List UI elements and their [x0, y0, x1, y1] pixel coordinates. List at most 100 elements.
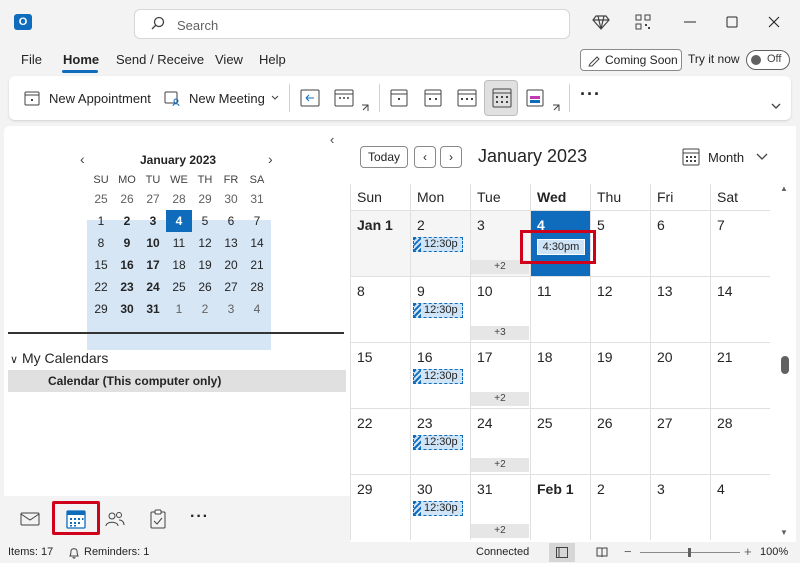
appointment-item[interactable]: 12:30p — [413, 435, 463, 450]
date-navigator-day[interactable]: 27 — [140, 188, 166, 210]
work-week-view-icon[interactable] — [421, 86, 445, 110]
date-navigator-day[interactable]: 14 — [244, 232, 270, 254]
next-month-button[interactable]: › — [440, 146, 462, 168]
date-navigator-day[interactable]: 15 — [88, 254, 114, 276]
date-navigator-day[interactable]: 17 — [140, 254, 166, 276]
day-cell[interactable]: 18 — [530, 342, 590, 408]
date-navigator-day[interactable]: 9 — [114, 232, 140, 254]
day-cell[interactable]: Jan 1 — [350, 210, 410, 276]
date-navigator-day[interactable]: 29 — [192, 188, 218, 210]
calendar-scrollbar[interactable]: ▲ ▼ — [778, 184, 792, 540]
day-cell[interactable]: 29 — [350, 474, 410, 540]
scroll-thumb[interactable] — [781, 356, 789, 374]
date-navigator-day[interactable]: 31 — [140, 298, 166, 320]
day-cell[interactable]: 8 — [350, 276, 410, 342]
date-navigator-day[interactable]: 10 — [140, 232, 166, 254]
day-cell[interactable]: 4 — [710, 474, 770, 540]
day-cell[interactable]: 22 — [350, 408, 410, 474]
date-navigator-day[interactable]: 29 — [88, 298, 114, 320]
tasks-icon[interactable] — [147, 508, 169, 530]
day-cell[interactable]: Feb 1 — [530, 474, 590, 540]
calendar-icon[interactable] — [65, 508, 87, 530]
more-items-indicator[interactable]: +2 — [471, 458, 529, 472]
day-cell[interactable]: 30 12:30p — [410, 474, 470, 540]
day-cell[interactable]: 25 — [530, 408, 590, 474]
day-cell[interactable]: 13 — [650, 276, 710, 342]
date-navigator-day[interactable]: 25 — [166, 276, 192, 298]
date-navigator-day[interactable]: 24 — [140, 276, 166, 298]
reading-view-icon[interactable] — [596, 547, 608, 558]
date-navigator-day[interactable]: 3 — [218, 298, 244, 320]
collapse-pane-icon[interactable]: ‹ — [330, 132, 334, 147]
date-navigator-day[interactable]: 1 — [88, 210, 114, 232]
more-items-indicator[interactable]: +2 — [471, 392, 529, 406]
go-to-today-icon[interactable] — [298, 86, 322, 110]
search-input[interactable] — [177, 15, 557, 35]
day-cell[interactable]: 2 12:30p — [410, 210, 470, 276]
date-navigator-day[interactable]: 5 — [192, 210, 218, 232]
date-navigator-day[interactable]: 25 — [88, 188, 114, 210]
date-navigator-day[interactable]: 1 — [166, 298, 192, 320]
appointment-item[interactable]: 12:30p — [413, 237, 463, 252]
date-navigator-day[interactable]: 4 — [244, 298, 270, 320]
date-navigator-day[interactable]: 30 — [114, 298, 140, 320]
appointment-item[interactable]: 12:30p — [413, 303, 463, 318]
search-box[interactable] — [134, 9, 570, 39]
date-navigator-day[interactable]: 6 — [218, 210, 244, 232]
more-items-indicator[interactable]: +3 — [471, 326, 529, 340]
day-cell[interactable]: 28 — [710, 408, 770, 474]
chevron-right-icon[interactable]: › — [268, 151, 273, 167]
menu-send-receive[interactable]: Send / Receive — [116, 52, 204, 67]
scroll-up-icon[interactable]: ▲ — [780, 184, 788, 193]
date-navigator-day[interactable]: 20 — [218, 254, 244, 276]
day-cell[interactable]: 20 — [650, 342, 710, 408]
menu-help[interactable]: Help — [259, 52, 286, 67]
date-navigator-day[interactable]: 8 — [88, 232, 114, 254]
day-cell[interactable]: 17 +2 — [470, 342, 530, 408]
more-commands-button[interactable]: ··· — [580, 84, 601, 105]
day-cell[interactable]: 23 12:30p — [410, 408, 470, 474]
day-cell[interactable]: 6 — [650, 210, 710, 276]
appointment-item[interactable]: 12:30p — [413, 369, 463, 384]
day-cell[interactable]: 3 — [650, 474, 710, 540]
date-navigator-day[interactable]: 11 — [166, 232, 192, 254]
menu-home[interactable]: Home — [63, 52, 99, 67]
diamond-icon[interactable] — [592, 13, 610, 31]
date-navigator-day[interactable]: 21 — [244, 254, 270, 276]
reminders-count[interactable]: Reminders: 1 — [84, 546, 149, 558]
new-meeting-button[interactable]: New Meeting — [163, 86, 279, 110]
date-navigator-day[interactable]: 7 — [244, 210, 270, 232]
day-cell[interactable]: 21 — [710, 342, 770, 408]
date-navigator-day[interactable]: 18 — [166, 254, 192, 276]
date-navigator-day[interactable]: 23 — [114, 276, 140, 298]
chevron-down-icon[interactable] — [771, 102, 781, 110]
date-navigator-day[interactable]: 12 — [192, 232, 218, 254]
day-cell[interactable]: 14 — [710, 276, 770, 342]
normal-view-button[interactable] — [549, 543, 575, 562]
mail-icon[interactable] — [19, 508, 41, 530]
date-navigator-day[interactable]: 28 — [244, 276, 270, 298]
month-view-button-selected[interactable] — [484, 80, 518, 116]
day-cell[interactable]: 5 — [590, 210, 650, 276]
week-view-icon[interactable] — [455, 86, 479, 110]
zoom-out-button[interactable]: − — [624, 544, 632, 559]
menu-view[interactable]: View — [215, 52, 243, 67]
appointment-item[interactable]: 12:30p — [413, 501, 463, 516]
date-navigator-day[interactable]: 26 — [192, 276, 218, 298]
day-cell[interactable]: 19 — [590, 342, 650, 408]
date-navigator-day[interactable]: 13 — [218, 232, 244, 254]
day-cell[interactable]: 24 +2 — [470, 408, 530, 474]
next-7-days-icon[interactable] — [332, 86, 356, 110]
day-cell[interactable]: 9 12:30p — [410, 276, 470, 342]
date-navigator-day[interactable]: 27 — [218, 276, 244, 298]
day-cell[interactable]: 27 — [650, 408, 710, 474]
more-apps-button[interactable]: ··· — [190, 508, 209, 526]
dialog-launcher-icon[interactable] — [361, 104, 369, 112]
date-navigator-day[interactable]: 31 — [244, 188, 270, 210]
date-navigator-day[interactable]: 2 — [192, 298, 218, 320]
date-navigator-day[interactable]: 19 — [192, 254, 218, 276]
coming-soon-button[interactable]: Coming Soon — [580, 49, 682, 71]
day-cell[interactable]: 12 — [590, 276, 650, 342]
day-cell[interactable]: 16 12:30p — [410, 342, 470, 408]
more-items-indicator[interactable]: +2 — [471, 524, 529, 538]
